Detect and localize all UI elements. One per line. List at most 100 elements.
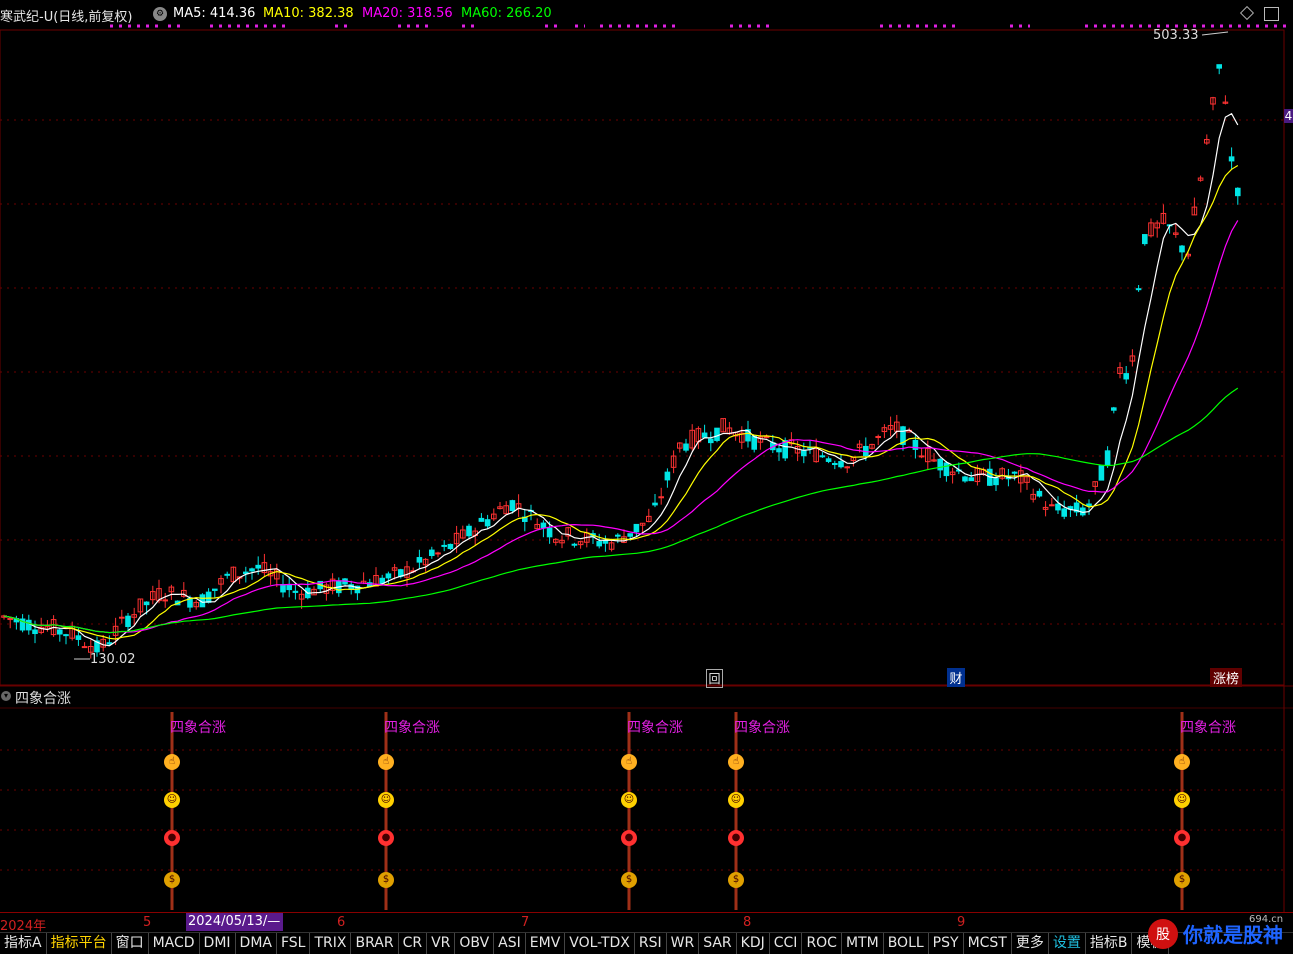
date-label-5: 5 bbox=[143, 915, 152, 930]
candle-body bbox=[125, 615, 131, 627]
candle-body bbox=[1061, 508, 1068, 517]
candle-body bbox=[441, 544, 447, 547]
money-bag-icon: $ bbox=[164, 872, 180, 888]
candle-body bbox=[435, 552, 441, 555]
tab-10[interactable]: VR bbox=[427, 933, 456, 954]
candle-body bbox=[143, 601, 150, 606]
candle-body bbox=[1179, 245, 1185, 253]
candle-body bbox=[993, 477, 999, 486]
tab-16[interactable]: WR bbox=[667, 933, 700, 954]
candle-body bbox=[1104, 450, 1111, 466]
candle-body bbox=[466, 525, 472, 537]
candle-body bbox=[57, 629, 63, 635]
svg-text:股: 股 bbox=[1156, 927, 1170, 943]
tab-26[interactable]: 设置 bbox=[1049, 933, 1086, 954]
candle-body bbox=[286, 584, 292, 591]
tab-25[interactable]: 更多 bbox=[1012, 933, 1049, 954]
candle-body bbox=[484, 519, 491, 527]
candle-body bbox=[119, 616, 125, 619]
high-price-label: 503.33 bbox=[1153, 28, 1199, 43]
candle-body bbox=[255, 564, 261, 569]
tab-18[interactable]: KDJ bbox=[737, 933, 770, 954]
candle-body bbox=[968, 477, 975, 482]
tab-15[interactable]: RSI bbox=[635, 933, 667, 954]
tab-17[interactable]: SAR bbox=[699, 933, 737, 954]
candle-body bbox=[385, 573, 392, 579]
price-chart[interactable] bbox=[0, 0, 1293, 912]
candy-icon: ● bbox=[378, 830, 394, 846]
tab-24[interactable]: MCST bbox=[964, 933, 1012, 954]
tab-2[interactable]: 窗口 bbox=[112, 933, 149, 954]
tab-23[interactable]: PSY bbox=[929, 933, 964, 954]
pointing-hand-icon: ☝ bbox=[378, 754, 394, 770]
ma10-line bbox=[3, 164, 1239, 640]
candle-body bbox=[825, 458, 832, 462]
watermark-logo: 股 你就是股神 694.cn bbox=[1148, 914, 1283, 949]
candy-icon: ● bbox=[164, 830, 180, 846]
event-badge-cai[interactable]: 财 bbox=[947, 668, 965, 687]
candle-body bbox=[819, 455, 826, 458]
indicator-tab-bar: 指标A 指标平台 窗口 MACD DMI DMA FSL TRIX BRAR CR VR OBV ASI… bbox=[0, 932, 1293, 954]
tab-14[interactable]: VOL-TDX bbox=[565, 933, 635, 954]
tab-1[interactable]: 指标平台 bbox=[47, 933, 112, 954]
signal-label: 四象合涨 bbox=[384, 720, 440, 736]
date-label-6: 6 bbox=[337, 915, 346, 930]
tab-22[interactable]: BOLL bbox=[884, 933, 929, 954]
candle-body bbox=[416, 557, 423, 563]
tab-5[interactable]: DMA bbox=[236, 933, 277, 954]
signal-label: 四象合涨 bbox=[1180, 720, 1236, 736]
candle-body bbox=[708, 438, 714, 444]
money-bag-icon: $ bbox=[378, 872, 394, 888]
candle-body bbox=[776, 448, 782, 453]
candle-body bbox=[571, 543, 578, 546]
tab-19[interactable]: CCI bbox=[770, 933, 803, 954]
candle-body bbox=[1055, 503, 1061, 511]
tab-21[interactable]: MTM bbox=[842, 933, 884, 954]
candle-body bbox=[633, 523, 640, 533]
indicator-header: ▾ 四象合涨 bbox=[0, 687, 1293, 707]
tab-11[interactable]: OBV bbox=[455, 933, 495, 954]
price-tag: 4 bbox=[1284, 109, 1293, 123]
candle-body bbox=[509, 500, 516, 512]
indicator-name: 四象合涨 bbox=[15, 691, 71, 707]
candle-body bbox=[627, 533, 634, 537]
candle-body bbox=[751, 435, 758, 450]
tab-9[interactable]: CR bbox=[399, 933, 428, 954]
candle-body bbox=[546, 527, 553, 538]
candle-body bbox=[81, 646, 88, 649]
tab-20[interactable]: ROC bbox=[802, 933, 842, 954]
tab-7[interactable]: TRIX bbox=[310, 933, 352, 954]
candle-body bbox=[1011, 471, 1018, 474]
candle-body bbox=[280, 584, 286, 593]
event-badge-hui[interactable]: 回 bbox=[706, 669, 723, 688]
tab-12[interactable]: ASI bbox=[494, 933, 526, 954]
event-badge-zhangbang[interactable]: 涨榜 bbox=[1210, 668, 1242, 687]
candle-body bbox=[106, 642, 113, 645]
candle-body bbox=[1123, 373, 1130, 380]
cursor-date-label: 2024/05/13/— bbox=[186, 913, 283, 931]
candle-body bbox=[832, 463, 838, 466]
smiley-icon: ☺ bbox=[164, 792, 180, 808]
candle-body bbox=[429, 549, 435, 557]
tab-6[interactable]: FSL bbox=[277, 933, 311, 954]
candle-body bbox=[1142, 234, 1148, 245]
tab-0[interactable]: 指标A bbox=[0, 933, 47, 954]
candle-body bbox=[763, 436, 770, 439]
tab-8[interactable]: BRAR bbox=[351, 933, 399, 954]
candle-body bbox=[1216, 64, 1223, 69]
money-bag-icon: $ bbox=[1174, 872, 1190, 888]
smiley-icon: ☺ bbox=[621, 792, 637, 808]
ma5-line bbox=[3, 112, 1239, 647]
candle-body bbox=[701, 432, 708, 438]
candle-body bbox=[1111, 407, 1117, 411]
smiley-icon: ☺ bbox=[728, 792, 744, 808]
tab-27[interactable]: 指标B bbox=[1086, 933, 1133, 954]
candle-body bbox=[478, 517, 485, 522]
candle-body bbox=[652, 502, 658, 506]
indicator-toggle-icon[interactable]: ▾ bbox=[1, 691, 11, 701]
tab-3[interactable]: MACD bbox=[149, 933, 200, 954]
tab-13[interactable]: EMV bbox=[526, 933, 566, 954]
candle-body bbox=[664, 471, 671, 481]
tab-4[interactable]: DMI bbox=[200, 933, 236, 954]
stock-chart-window: 寒武纪-U(日线,前复权) ⚙ MA5: 414.36 MA10: 382.38… bbox=[0, 0, 1293, 954]
